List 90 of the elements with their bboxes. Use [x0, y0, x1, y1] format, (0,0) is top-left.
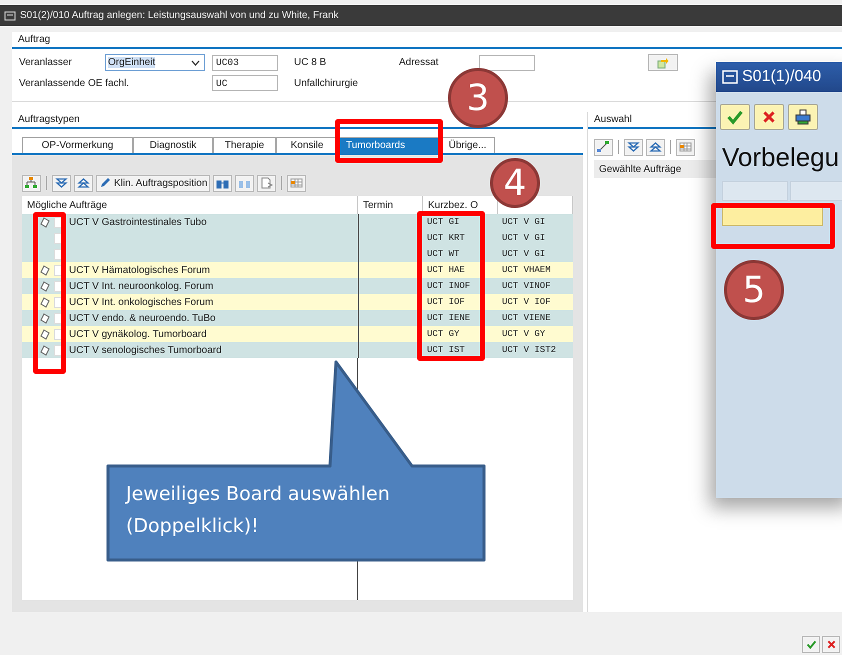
callout-text: Jeweiliges Board auswählen (Doppelklick)!: [126, 482, 391, 539]
table-cell: UCT IENE: [423, 310, 498, 326]
document-icon[interactable]: [257, 174, 276, 192]
arrow-icon: [657, 56, 669, 68]
collapse-icon[interactable]: [74, 174, 93, 192]
table-cell: UCT V IOF: [498, 294, 573, 310]
order-name: UCT V Int. onkologisches Forum: [69, 296, 214, 308]
dialog-title: S01(1)/040: [742, 68, 822, 86]
table-cell: UCT V GY: [498, 326, 573, 342]
checkmark-icon: [726, 108, 744, 126]
field-label: Veranlasser: [19, 57, 73, 68]
table-cell: UCT VHAEM: [498, 262, 573, 278]
table-cell: UCT HAE: [423, 262, 498, 278]
confirm-button[interactable]: [720, 104, 750, 130]
table-row-cell[interactable]: UCT V Hämatologisches Forum: [22, 262, 358, 278]
table-row-cell[interactable]: UCT V Gastrointestinales Tubo: [22, 214, 358, 230]
table-cell: [358, 214, 423, 230]
close-icon: [761, 109, 777, 125]
tab[interactable]: OP-Vormerkung: [22, 137, 133, 153]
tab[interactable]: Tumorboards: [338, 137, 440, 153]
table-cell: [358, 342, 423, 358]
expand-icon[interactable]: [52, 174, 71, 192]
printer-icon: [795, 109, 811, 125]
order-name: UCT V gynäkolog. Tumorboard: [69, 328, 207, 340]
order-name: UCT V Int. neuroonkolog. Forum: [69, 280, 214, 292]
table-cell: UCT V IST2: [498, 342, 573, 358]
table-cell: [358, 294, 423, 310]
column-header: [722, 181, 788, 201]
dropdown[interactable]: OrgEinheit: [105, 54, 205, 71]
tab[interactable]: Konsile: [276, 137, 338, 153]
input-field[interactable]: [479, 54, 535, 70]
cancel-button[interactable]: [822, 636, 840, 653]
table-cell: UCT INOF: [423, 278, 498, 294]
group-title: Auftrag: [12, 32, 842, 49]
table-row-cell[interactable]: UCT V Int. neuroonkolog. Forum: [22, 278, 358, 294]
pencil-icon: [99, 177, 111, 189]
table-row-cell[interactable]: UCT V Int. onkologisches Forum: [22, 294, 358, 310]
export-button[interactable]: [648, 54, 678, 71]
print-button[interactable]: [788, 104, 818, 130]
field-label: Adressat: [399, 57, 440, 68]
table-row-cell[interactable]: [22, 246, 358, 262]
chevron-icon: [191, 60, 200, 66]
document-icon: [40, 264, 50, 276]
table-cell: UCT V GI: [498, 214, 573, 230]
table-cell: UCT WT: [423, 246, 498, 262]
tab[interactable]: Übrige...: [440, 137, 495, 153]
table-row-cell[interactable]: UCT V endo. & neuroendo. TuBo: [22, 310, 358, 326]
tab[interactable]: Diagnostik: [133, 137, 213, 153]
tab[interactable]: Therapie: [213, 137, 276, 153]
table-cell: [358, 310, 423, 326]
confirm-button[interactable]: [802, 636, 820, 653]
layout-icon[interactable]: [676, 138, 695, 156]
order-name: UCT V Hämatologisches Forum: [69, 264, 210, 276]
table-cell: UCT V GI: [498, 230, 573, 246]
input-field[interactable]: UC: [212, 75, 278, 91]
expand-icon[interactable]: [624, 138, 643, 156]
order-name: UCT V Gastrointestinales Tubo: [69, 216, 207, 228]
field-label: Veranlassende OE fachl.: [19, 78, 130, 88]
field-text: Unfallchirurgie: [294, 78, 359, 88]
document-icon: [40, 328, 50, 340]
checkmark-icon: [806, 639, 816, 650]
table-cell: UCT VINOF: [498, 278, 573, 294]
position-button[interactable]: Klin. Auftragsposition: [96, 174, 210, 192]
table-cell: UCT VIENE: [498, 310, 573, 326]
close-icon: [826, 639, 836, 650]
document-icon: [40, 312, 50, 324]
collapse-icon[interactable]: [646, 138, 665, 156]
field-text: UC 8 B: [294, 57, 328, 68]
input-field[interactable]: UC03: [212, 54, 278, 70]
table-cell: [358, 246, 423, 262]
order-name: UCT V endo. & neuroendo. TuBo: [69, 312, 216, 324]
order-name: UCT V senologisches Tumorboard: [69, 344, 222, 356]
document-icon: [40, 344, 50, 356]
window-icon: [722, 70, 738, 84]
window-icon: [4, 10, 16, 20]
table-cell: UCT KRT: [423, 230, 498, 246]
table-cell: UCT V GI: [498, 246, 573, 262]
table-row-cell[interactable]: UCT V senologisches Tumorboard: [22, 342, 358, 358]
window-title: S01(2)/010 Auftrag anlegen: Leistungsauswahl von und zu White, Frank: [20, 10, 339, 21]
document-icon: [40, 280, 50, 292]
table-cell: [358, 278, 423, 294]
table-cell: [358, 326, 423, 342]
table-cell: [358, 262, 423, 278]
cancel-button[interactable]: [754, 104, 784, 130]
table-row-cell[interactable]: UCT V gynäkolog. Tumorboard: [22, 326, 358, 342]
document-icon: [40, 296, 50, 308]
table-cell: UCT IOF: [423, 294, 498, 310]
layout-icon[interactable]: [287, 174, 306, 192]
table-cell: UCT GY: [423, 326, 498, 342]
document-icon: [40, 216, 50, 228]
